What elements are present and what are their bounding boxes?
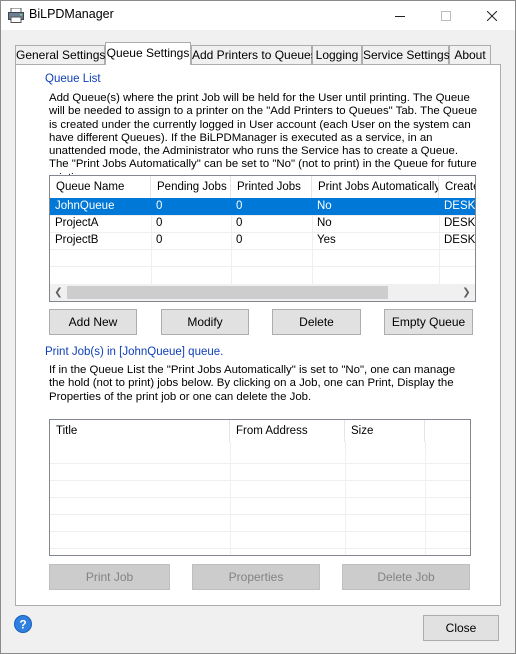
scroll-left-icon[interactable]: ❮ [50, 284, 67, 301]
created-cell: DESKTOP [444, 200, 476, 212]
empty-queue-button[interactable]: Empty Queue [384, 309, 473, 335]
maximize-icon [441, 10, 451, 21]
print-jobs-label: Print Job(s) in [JohnQueue] queue. [45, 346, 224, 358]
pending-jobs-cell: 0 [156, 234, 163, 246]
queue-row-projectb[interactable]: ProjectB 0 0 Yes DESKTOP [50, 232, 476, 249]
minimize-button[interactable] [377, 1, 423, 30]
column-header-print-jobs-automatically[interactable]: Print Jobs Automatically [312, 176, 439, 198]
tab-queue-settings[interactable]: Queue Settings [105, 42, 191, 65]
print-automatically-cell: Yes [317, 234, 336, 246]
queue-name-cell: ProjectA [55, 217, 99, 229]
close-button[interactable]: Close [423, 615, 499, 641]
title-bar: BiLPDManager [1, 1, 515, 30]
print-automatically-cell: No [317, 200, 332, 212]
pending-jobs-cell: 0 [156, 200, 163, 212]
grid-line [50, 531, 470, 532]
modify-button[interactable]: Modify [161, 309, 249, 335]
printed-jobs-cell: 0 [236, 234, 243, 246]
tab-about[interactable]: About [449, 45, 491, 65]
column-header-from-address[interactable]: From Address [230, 420, 345, 442]
maximize-button[interactable] [423, 1, 469, 30]
horizontal-scrollbar[interactable]: ❮ ❯ [50, 284, 475, 301]
queue-list-header: Queue Name Pending Jobs Printed Jobs Pri… [50, 176, 475, 198]
tab-general-settings[interactable]: General Settings [15, 45, 105, 65]
queue-list-description: Add Queue(s) where the print Job will be… [49, 92, 478, 184]
tab-service-settings[interactable]: Service Settings [362, 45, 450, 65]
grid-line [230, 442, 231, 555]
tab-logging[interactable]: Logging [312, 45, 362, 65]
print-jobs-header: Title From Address Size [50, 420, 470, 442]
printed-jobs-cell: 0 [236, 217, 243, 229]
print-jobs-table[interactable]: Title From Address Size [49, 419, 471, 556]
print-jobs-description: If in the Queue List the "Print Jobs Aut… [49, 364, 456, 403]
queue-name-cell: ProjectB [55, 234, 99, 246]
queue-settings-panel: Queue List Add Queue(s) where the print … [15, 64, 501, 606]
print-automatically-cell: No [317, 217, 332, 229]
pending-jobs-cell: 0 [156, 217, 163, 229]
grid-line [50, 480, 470, 481]
queue-list-table[interactable]: Queue Name Pending Jobs Printed Jobs Pri… [49, 175, 476, 302]
column-header-size[interactable]: Size [345, 420, 425, 442]
delete-queue-button[interactable]: Delete [272, 309, 361, 335]
printed-jobs-cell: 0 [236, 200, 243, 212]
scrollbar-thumb[interactable] [67, 286, 388, 299]
column-header-queue-name[interactable]: Queue Name [50, 176, 151, 198]
grid-line [50, 463, 470, 464]
queue-row-projecta[interactable]: ProjectA 0 0 No DESKTOP [50, 215, 476, 232]
queue-list-label: Queue List [45, 73, 101, 85]
queue-name-cell: JohnQueue [55, 200, 115, 212]
printer-app-icon [8, 8, 24, 23]
main-window: BiLPDManager General Settings Queue Sett… [0, 0, 516, 654]
created-cell: DESKTOP [444, 234, 476, 246]
delete-job-button[interactable]: Delete Job [342, 564, 470, 590]
column-header-created[interactable]: Created [439, 176, 475, 198]
queue-row-johnqueue[interactable]: JohnQueue 0 0 No DESKTOP [50, 198, 476, 215]
created-cell: DESKTOP [444, 217, 476, 229]
svg-text:?: ? [19, 618, 26, 632]
minimize-icon [395, 15, 405, 17]
grid-line [50, 497, 470, 498]
column-header-printed-jobs[interactable]: Printed Jobs [231, 176, 312, 198]
grid-line [50, 266, 475, 267]
tab-add-printers-to-queues[interactable]: Add Printers to Queues [191, 45, 317, 65]
grid-line [50, 249, 475, 250]
add-new-button[interactable]: Add New [49, 309, 137, 335]
column-header-pending-jobs[interactable]: Pending Jobs [151, 176, 231, 198]
column-header-title[interactable]: Title [50, 420, 230, 442]
grid-line [425, 442, 426, 555]
print-job-button[interactable]: Print Job [49, 564, 170, 590]
grid-line [50, 514, 470, 515]
properties-button[interactable]: Properties [192, 564, 320, 590]
window-title: BiLPDManager [29, 7, 114, 21]
grid-line [50, 548, 470, 549]
close-icon [487, 10, 497, 21]
grid-line [345, 442, 346, 555]
window-close-button[interactable] [469, 1, 515, 30]
scroll-right-icon[interactable]: ❯ [458, 284, 475, 301]
help-icon[interactable]: ? [14, 615, 32, 633]
